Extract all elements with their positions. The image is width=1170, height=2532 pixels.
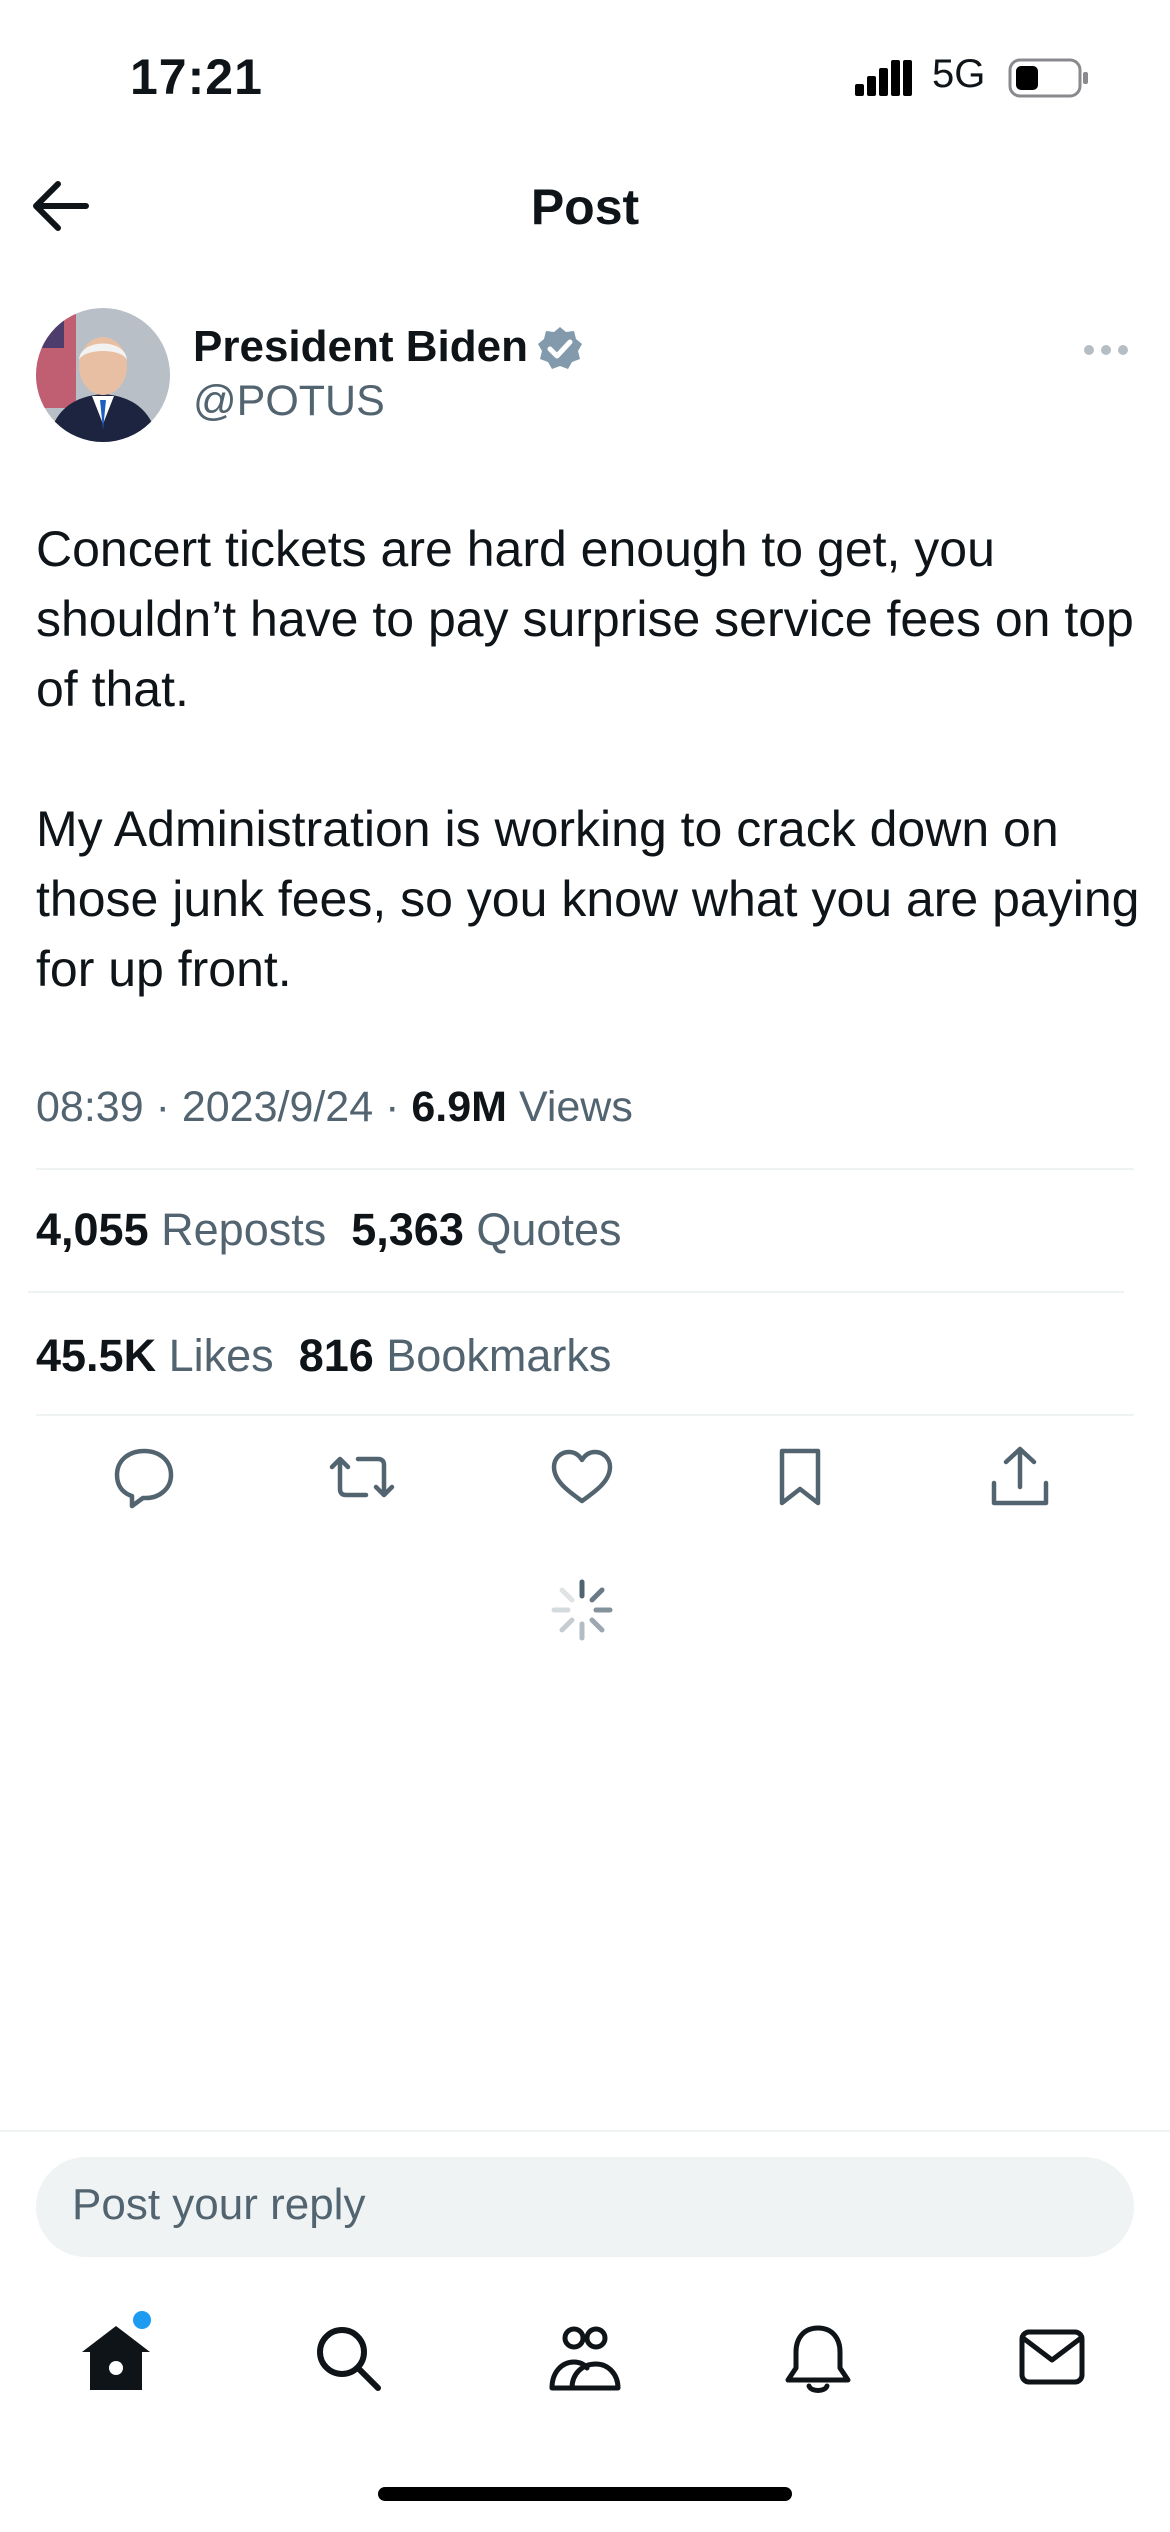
repost-icon[interactable]	[328, 1443, 396, 1511]
like-icon[interactable]	[548, 1443, 616, 1511]
meta-separator: ·	[385, 1083, 400, 1131]
messages-icon[interactable]	[1012, 2318, 1092, 2398]
reposts-count: 4,055	[36, 1204, 149, 1255]
verified-badge-icon[interactable]	[536, 325, 584, 373]
bookmarks-stat[interactable]: 816 Bookmarks	[299, 1330, 612, 1381]
author-handle[interactable]: @POTUS	[193, 377, 385, 426]
likes-label: Likes	[168, 1330, 274, 1381]
search-icon[interactable]	[308, 2318, 388, 2398]
reply-placeholder[interactable]: Post your reply	[72, 2180, 365, 2230]
post-paragraph: My Administration is working to crack do…	[36, 801, 1140, 997]
more-options-icon[interactable]	[1082, 332, 1130, 368]
share-icon[interactable]	[986, 1443, 1054, 1511]
bookmarks-count: 816	[298, 1330, 374, 1381]
bookmarks-label: Bookmarks	[386, 1330, 612, 1381]
back-arrow-icon[interactable]	[30, 178, 90, 234]
post-meta: 08:39 · 2023/9/24 · 6.9M Views	[36, 1083, 633, 1132]
views-count[interactable]: 6.9M	[411, 1083, 507, 1131]
home-indicator[interactable]	[378, 2487, 792, 2501]
quotes-label: Quotes	[476, 1204, 622, 1255]
battery-icon	[1008, 58, 1088, 98]
bookmark-icon[interactable]	[766, 1443, 834, 1511]
meta-separator: ·	[155, 1083, 170, 1131]
loading-spinner-icon	[551, 1579, 613, 1641]
status-time: 17:21	[130, 49, 263, 105]
divider	[0, 2130, 1170, 2132]
page-title: Post	[530, 179, 640, 235]
reply-icon[interactable]	[110, 1443, 178, 1511]
communities-icon[interactable]	[544, 2318, 624, 2398]
home-notification-dot	[133, 2311, 151, 2329]
avatar-photo	[36, 308, 170, 442]
likes-count: 45.5K	[36, 1330, 157, 1381]
reposts-label: Reposts	[161, 1204, 327, 1255]
reposts-quotes-row: 4,055 Reposts 5,363 Quotes	[36, 1204, 621, 1256]
network-type: 5G	[932, 52, 986, 96]
quotes-stat[interactable]: 5,363 Quotes	[351, 1204, 621, 1255]
quotes-count: 5,363	[351, 1204, 464, 1255]
views-label[interactable]: Views	[519, 1083, 633, 1131]
notifications-icon[interactable]	[778, 2318, 858, 2398]
author-name[interactable]: President Biden	[193, 322, 528, 372]
likes-stat[interactable]: 45.5K Likes	[36, 1330, 274, 1381]
post-text: Concert tickets are hard enough to get, …	[36, 514, 1146, 1004]
post-time[interactable]: 08:39	[36, 1083, 144, 1131]
divider	[36, 1168, 1134, 1170]
avatar[interactable]	[36, 308, 170, 442]
reposts-stat[interactable]: 4,055 Reposts	[36, 1204, 326, 1255]
signal-icon	[855, 60, 912, 96]
likes-bookmarks-row: 45.5K Likes 816 Bookmarks	[36, 1330, 611, 1382]
divider	[28, 1291, 1124, 1293]
divider	[36, 1414, 1134, 1416]
home-icon[interactable]	[76, 2318, 156, 2398]
post-date[interactable]: 2023/9/24	[182, 1083, 373, 1131]
post-paragraph: Concert tickets are hard enough to get, …	[36, 521, 1134, 717]
